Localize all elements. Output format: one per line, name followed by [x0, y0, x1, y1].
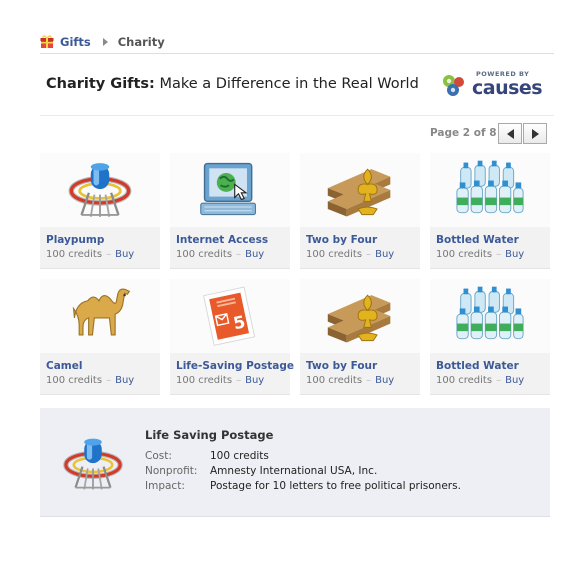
- gift-credits: 100 credits: [306, 249, 363, 260]
- gift-price: 100 credits – Buy: [46, 375, 134, 386]
- breadcrumb-current: Charity: [117, 35, 165, 49]
- breadcrumb: Gifts Charity: [40, 33, 165, 51]
- gift-tile[interactable]: Bottled Water 100 credits – Buy: [430, 279, 550, 395]
- top-divider: [40, 53, 554, 54]
- gift-price: 100 credits – Buy: [436, 375, 524, 386]
- gift-image[interactable]: [170, 279, 290, 353]
- buy-link[interactable]: Buy: [375, 249, 394, 260]
- detail-title: Life Saving Postage: [145, 428, 274, 442]
- buy-link[interactable]: Buy: [115, 375, 134, 386]
- gift-image[interactable]: [170, 153, 290, 227]
- gift-price: 100 credits – Buy: [306, 249, 394, 260]
- gift-name-link[interactable]: Camel: [46, 360, 82, 372]
- gift-price: 100 credits – Buy: [436, 249, 524, 260]
- gift-name-link[interactable]: Life-Saving Postage: [176, 360, 294, 372]
- lumber-fleur-de-lis-icon: [324, 159, 396, 221]
- water-bottles-icon: [455, 159, 525, 221]
- gift-credits: 100 credits: [176, 249, 233, 260]
- causes-wordmark: causes: [472, 77, 543, 99]
- gift-separator: –: [496, 375, 502, 386]
- gift-tile[interactable]: Life-Saving Postage 100 credits – Buy: [170, 279, 294, 395]
- gift-detail-panel: Life Saving Postage Cost: 100 credits Non…: [40, 408, 550, 517]
- water-bottles-icon: [455, 285, 525, 347]
- gift-separator: –: [236, 249, 242, 260]
- gift-price: 100 credits – Buy: [176, 375, 264, 386]
- detail-label: Impact:: [145, 480, 185, 492]
- buy-link[interactable]: Buy: [245, 375, 264, 386]
- playpump-icon: [63, 159, 137, 221]
- detail-row-impact: Impact: Postage for 10 letters to free po…: [145, 480, 461, 492]
- page-title-strong: Charity Gifts:: [46, 76, 155, 92]
- breadcrumb-separator-icon: [102, 38, 108, 46]
- gift-tile[interactable]: Camel 100 credits – Buy: [40, 279, 160, 395]
- detail-label: Cost:: [145, 450, 172, 462]
- previous-page-button[interactable]: [498, 123, 522, 144]
- computer-globe-icon: [197, 159, 263, 221]
- gift-credits: 100 credits: [46, 375, 103, 386]
- gift-tile[interactable]: Playpump 100 credits – Buy: [40, 153, 160, 269]
- page-title: Charity Gifts: Make a Difference in the …: [46, 76, 419, 92]
- detail-label: Nonprofit:: [145, 465, 198, 477]
- buy-link[interactable]: Buy: [375, 375, 394, 386]
- gift-image[interactable]: [430, 153, 550, 227]
- gift-price: 100 credits – Buy: [46, 249, 134, 260]
- buy-link[interactable]: Buy: [505, 375, 524, 386]
- gift-price: 100 credits – Buy: [176, 249, 264, 260]
- gift-credits: 100 credits: [176, 375, 233, 386]
- next-page-button[interactable]: [523, 123, 547, 144]
- pager-label: Page 2 of 8: [430, 127, 497, 139]
- gift-separator: –: [366, 249, 372, 260]
- buy-link[interactable]: Buy: [115, 249, 134, 260]
- detail-row-nonprofit: Nonprofit: Amnesty International USA, Inc…: [145, 465, 377, 477]
- gift-separator: –: [496, 249, 502, 260]
- gift-separator: –: [106, 375, 112, 386]
- gift-name-link[interactable]: Playpump: [46, 234, 104, 246]
- lumber-fleur-de-lis-icon: [324, 285, 396, 347]
- gift-tile[interactable]: Bottled Water 100 credits – Buy: [430, 153, 550, 269]
- gift-image[interactable]: [40, 279, 160, 353]
- gift-separator: –: [236, 375, 242, 386]
- arrow-left-icon: [506, 128, 514, 139]
- gift-tile[interactable]: Internet Access 100 credits – Buy: [170, 153, 290, 269]
- causes-brand[interactable]: POWERED BY causes: [440, 70, 550, 100]
- buy-link[interactable]: Buy: [245, 249, 264, 260]
- gift-name-link[interactable]: Bottled Water: [436, 234, 519, 246]
- postage-stamp-icon: [197, 285, 263, 347]
- playpump-icon: [58, 431, 128, 497]
- gift-image[interactable]: [300, 153, 420, 227]
- gift-image[interactable]: [300, 279, 420, 353]
- gift-price: 100 credits – Buy: [306, 375, 394, 386]
- arrow-right-icon: [531, 128, 539, 139]
- detail-value: 100 credits: [210, 450, 269, 462]
- buy-link[interactable]: Buy: [505, 249, 524, 260]
- gift-name-link[interactable]: Bottled Water: [436, 360, 519, 372]
- gift-credits: 100 credits: [436, 375, 493, 386]
- gift-box-icon: [40, 35, 54, 48]
- gift-credits: 100 credits: [46, 249, 103, 260]
- breadcrumb-gifts-link[interactable]: Gifts: [60, 35, 91, 49]
- camel-icon: [65, 285, 135, 347]
- detail-value: Amnesty International USA, Inc.: [210, 465, 378, 477]
- gift-name-link[interactable]: Two by Four: [306, 234, 377, 246]
- causes-logo-icon: [443, 75, 464, 96]
- gift-credits: 100 credits: [436, 249, 493, 260]
- gift-image[interactable]: [430, 279, 550, 353]
- detail-row-cost: Cost: 100 credits: [145, 450, 269, 462]
- gift-credits: 100 credits: [306, 375, 363, 386]
- header-divider: [40, 115, 554, 116]
- detail-value: Postage for 10 letters to free political…: [210, 480, 461, 492]
- gift-image[interactable]: [40, 153, 160, 227]
- gift-tile[interactable]: Two by Four 100 credits – Buy: [300, 279, 420, 395]
- gift-separator: –: [366, 375, 372, 386]
- gift-name-link[interactable]: Two by Four: [306, 360, 377, 372]
- gift-separator: –: [106, 249, 112, 260]
- gift-name-link[interactable]: Internet Access: [176, 234, 268, 246]
- page-title-rest: Make a Difference in the Real World: [159, 76, 419, 92]
- gift-tile[interactable]: Two by Four 100 credits – Buy: [300, 153, 420, 269]
